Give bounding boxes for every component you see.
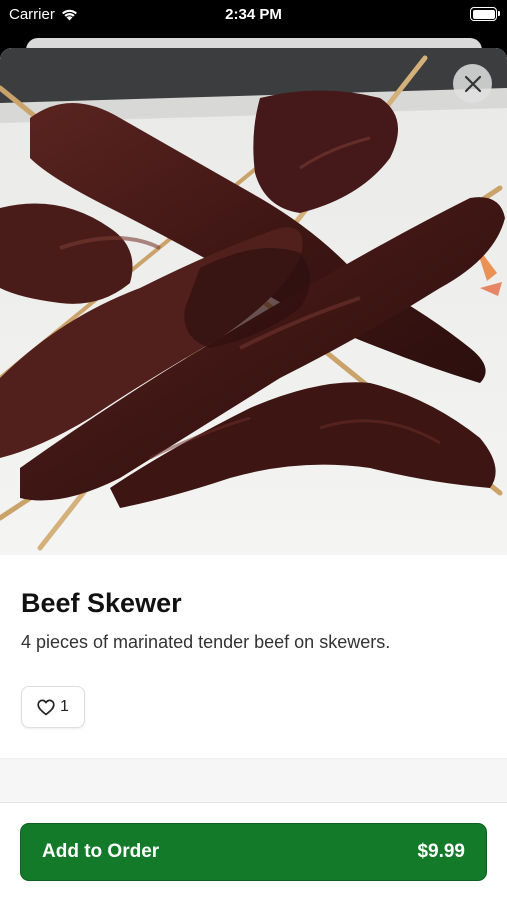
- status-bar: Carrier 2:34 PM: [0, 0, 507, 30]
- like-count: 1: [60, 698, 69, 715]
- order-price: $9.99: [417, 841, 465, 862]
- heart-icon: [37, 699, 55, 715]
- bottom-bar: Add to Order $9.99: [0, 802, 507, 900]
- item-title: Beef Skewer: [21, 588, 182, 618]
- like-button[interactable]: 1: [21, 686, 85, 728]
- item-description: 4 pieces of marinated tender beef on ske…: [21, 632, 391, 652]
- battery-icon: [470, 7, 500, 21]
- add-to-order-button[interactable]: Add to Order $9.99: [20, 823, 487, 881]
- status-time: 2:34 PM: [225, 6, 282, 23]
- close-icon: [464, 75, 481, 92]
- close-button[interactable]: [453, 64, 492, 103]
- section-divider: [0, 758, 507, 802]
- item-photo: [0, 48, 507, 555]
- item-detail-sheet: Beef Skewer 4 pieces of marinated tender…: [0, 48, 507, 900]
- add-to-order-label: Add to Order: [42, 841, 160, 862]
